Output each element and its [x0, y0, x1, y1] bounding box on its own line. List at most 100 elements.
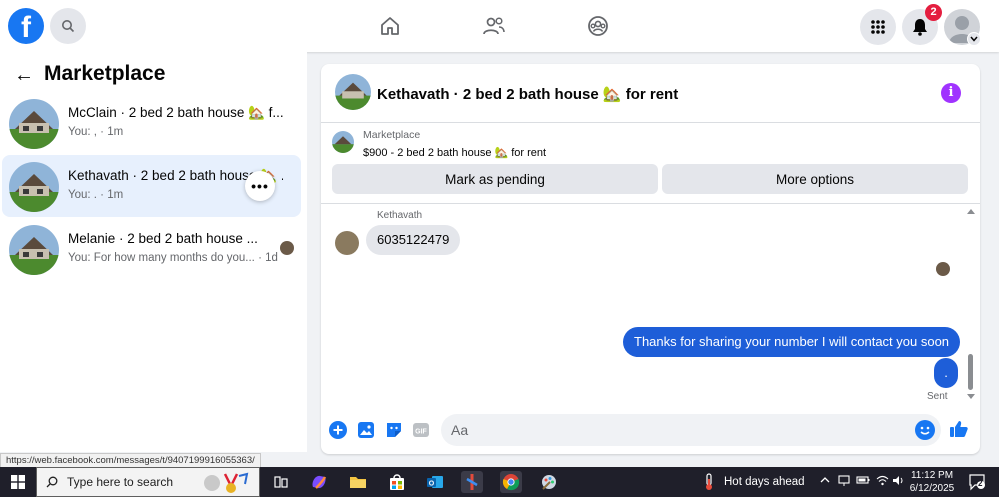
outgoing-message-bubble[interactable]: Thanks for sharing your number I will co… [623, 327, 961, 357]
notification-badge: 2 [925, 4, 942, 21]
more-options-button[interactable]: More options [662, 164, 968, 194]
app-icon [466, 474, 478, 490]
divider [321, 122, 980, 123]
house-thumbnail [9, 162, 59, 212]
taskbar-search-input[interactable]: Type here to search [36, 467, 260, 497]
conversation-item[interactable]: Melanie · 2 bed 2 bath house ... You: Fo… [2, 218, 301, 280]
conversation-title: McClain · 2 bed 2 bath house 🏡 f... [68, 105, 283, 120]
copilot-icon [312, 475, 327, 489]
outlook-button[interactable]: O [424, 471, 446, 493]
windows-logo-icon [11, 475, 25, 489]
facebook-logo[interactable]: f [8, 8, 44, 44]
like-button[interactable] [949, 419, 969, 439]
battery-indicator[interactable] [856, 475, 870, 488]
friends-nav-button[interactable] [480, 12, 508, 40]
scroll-down-arrow-icon [967, 394, 975, 399]
sender-name: Kethavath [377, 210, 423, 221]
search-button[interactable] [50, 8, 86, 44]
ellipsis-icon: ••• [251, 178, 269, 194]
clock-time: 11:12 PM [910, 470, 954, 481]
search-icon [62, 20, 75, 33]
emoji-icon[interactable] [915, 420, 935, 440]
monitor-icon [838, 475, 850, 486]
wifi-icon [876, 475, 889, 486]
system-clock[interactable]: 11:12 PM 6/12/2025 [906, 469, 958, 495]
search-icon [46, 476, 58, 488]
menu-button[interactable] [860, 9, 896, 45]
notification-count: 2 [978, 479, 983, 488]
marketplace-title: Marketplace [44, 62, 166, 85]
task-view-button[interactable] [270, 471, 292, 493]
more-actions-button[interactable]: ••• [245, 171, 275, 201]
conversation-preview: You: For how many months do you... · 1d [68, 252, 278, 264]
divider [321, 203, 980, 204]
gif-button[interactable]: GIF [411, 420, 431, 440]
chat-header-thumbnail [335, 74, 371, 110]
windows-taskbar: Type here to search O Hot days ahead 11:… [0, 467, 999, 497]
conversation-preview: You: , · 1m [68, 126, 124, 138]
chat-bubble-icon [969, 474, 985, 491]
incoming-message-bubble[interactable]: 6035122479 [366, 225, 461, 255]
settings-app-button[interactable] [538, 471, 560, 493]
plus-circle-icon [329, 421, 347, 439]
groups-icon [588, 16, 608, 36]
listing-description[interactable]: $900 - 2 bed 2 bath house 🏡 for rent [363, 146, 546, 159]
chat-title[interactable]: Kethavath · 2 bed 2 bath house 🏡 for ren… [377, 85, 678, 103]
account-menu-toggle[interactable] [967, 32, 981, 46]
taskbar-search-placeholder: Type here to search [67, 475, 174, 489]
thumbs-up-icon [950, 421, 968, 437]
read-receipt-avatar [280, 241, 294, 255]
mark-as-pending-button[interactable]: Mark as pending [332, 164, 658, 194]
conversation-item-active[interactable]: Kethavath · 2 bed 2 bath house 🏡 ... You… [2, 155, 301, 217]
thermometer-icon [706, 473, 712, 490]
listing-thumbnail [332, 131, 354, 153]
speaker-icon [893, 476, 903, 485]
grid-menu-icon [871, 20, 885, 34]
more-actions-plus-button[interactable] [328, 420, 348, 440]
store-button[interactable] [386, 471, 408, 493]
store-icon [390, 474, 404, 490]
weather-text[interactable]: Hot days ahead [724, 476, 805, 488]
listing-source: Marketplace [363, 129, 421, 141]
chrome-icon [502, 474, 520, 491]
conversation-item[interactable]: McClain · 2 bed 2 bath house 🏡 f... You:… [2, 92, 301, 154]
outgoing-message-bubble[interactable]: . [934, 358, 958, 388]
gif-icon: GIF [413, 423, 429, 437]
weather-widget[interactable] [698, 471, 720, 493]
chrome-button[interactable] [500, 471, 522, 493]
sticker-icon [387, 423, 401, 437]
message-input[interactable]: Aa [441, 414, 941, 446]
battery-icon [856, 476, 870, 484]
tray-app-icon[interactable] [838, 475, 850, 490]
info-icon[interactable]: i [941, 83, 961, 103]
scroll-up-arrow-icon [967, 209, 975, 214]
home-nav-button[interactable] [376, 12, 404, 40]
sender-avatar[interactable] [335, 231, 359, 255]
sticker-button[interactable] [384, 420, 404, 440]
scroll-thumb[interactable] [968, 354, 973, 390]
bell-icon [913, 19, 927, 36]
attach-photo-button[interactable] [356, 420, 376, 440]
show-hidden-icons-chevron[interactable] [820, 475, 830, 487]
conversation-title: Melanie · 2 bed 2 bath house ... [68, 231, 258, 246]
friends-icon [483, 17, 505, 35]
status-bar-url: https://web.facebook.com/messages/t/9407… [0, 453, 261, 468]
pinned-app-button[interactable] [461, 471, 483, 493]
sent-status: Sent [927, 391, 948, 402]
top-navigation-bar: f 2 [0, 0, 999, 52]
chevron-up-icon [820, 477, 830, 483]
folder-icon [350, 477, 366, 488]
start-button[interactable] [4, 467, 32, 497]
house-thumbnail [9, 225, 59, 275]
back-arrow-icon[interactable]: ← [14, 64, 34, 87]
house-thumbnail [9, 99, 59, 149]
photo-icon [358, 422, 374, 438]
chat-panel: Kethavath · 2 bed 2 bath house 🏡 for ren… [321, 64, 980, 454]
clock-date: 6/12/2025 [909, 483, 955, 494]
copilot-taskbar-button[interactable] [308, 471, 330, 493]
groups-nav-button[interactable] [584, 12, 612, 40]
file-explorer-button[interactable] [347, 471, 369, 493]
notification-center-button[interactable]: 2 [968, 473, 986, 491]
wifi-indicator[interactable] [876, 475, 889, 489]
volume-indicator[interactable] [892, 475, 905, 489]
